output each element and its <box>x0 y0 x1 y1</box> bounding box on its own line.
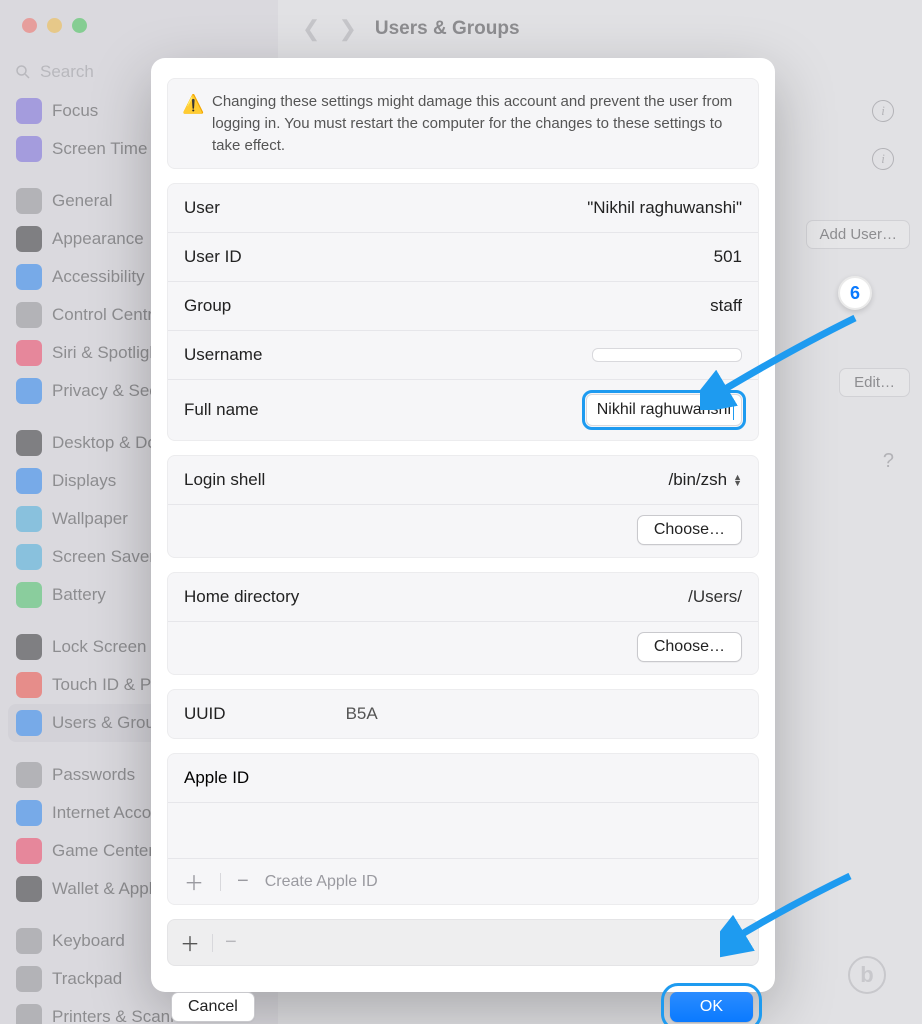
uuid-value: B5A <box>346 704 378 724</box>
create-appleid-label: Create Apple ID <box>265 873 378 891</box>
identity-card: User Nikhil raghuwanshi User ID 501 Grou… <box>167 183 759 441</box>
cancel-button[interactable]: Cancel <box>171 992 255 1022</box>
group-value: staff <box>710 296 742 316</box>
uuid-card: UUID B5A <box>167 689 759 739</box>
choose-home-button[interactable]: Choose… <box>637 632 742 662</box>
alias-remove-button: − <box>225 931 237 954</box>
home-label: Home directory <box>184 587 299 607</box>
user-value: Nikhil raghuwanshi <box>587 198 742 218</box>
appleid-add-button[interactable]: ＋ <box>180 867 208 896</box>
advanced-user-sheet: ⚠️ Changing these settings might damage … <box>151 58 775 992</box>
ok-button[interactable]: OK <box>670 992 753 1022</box>
ok-button-highlight: OK <box>668 990 755 1024</box>
userid-value: 501 <box>714 247 742 267</box>
username-label: Username <box>184 345 262 365</box>
appleid-label: Apple ID <box>168 754 758 802</box>
home-value: /Users/ <box>688 587 742 607</box>
appleid-card: Apple ID ＋ − Create Apple ID <box>167 753 759 905</box>
fullname-label: Full name <box>184 400 259 420</box>
annotation-badge-6: 6 <box>838 276 872 310</box>
updown-icon: ▲▼ <box>733 474 742 486</box>
alias-add-button[interactable]: ＋ <box>180 928 200 957</box>
userid-label: User ID <box>184 247 242 267</box>
uuid-label: UUID <box>184 704 226 724</box>
warning-text: Changing these settings might damage thi… <box>212 93 732 154</box>
shell-value: /bin/zsh <box>668 470 727 490</box>
warning-banner: ⚠️ Changing these settings might damage … <box>167 78 759 169</box>
shell-label: Login shell <box>184 470 265 490</box>
shell-card: Login shell /bin/zsh ▲▼ Choose… <box>167 455 759 558</box>
aliases-bar: ＋ − <box>167 919 759 966</box>
appleid-remove-button: − <box>233 870 253 893</box>
watermark-icon: b <box>848 956 886 994</box>
group-label: Group <box>184 296 231 316</box>
warning-icon: ⚠️ <box>182 91 204 117</box>
shell-select[interactable]: /bin/zsh ▲▼ <box>668 470 742 490</box>
fullname-field[interactable]: Nikhil raghuwanshi <box>586 394 742 426</box>
username-field[interactable] <box>592 348 742 362</box>
home-card: Home directory /Users/ Choose… <box>167 572 759 675</box>
user-label: User <box>184 198 220 218</box>
choose-shell-button[interactable]: Choose… <box>637 515 742 545</box>
